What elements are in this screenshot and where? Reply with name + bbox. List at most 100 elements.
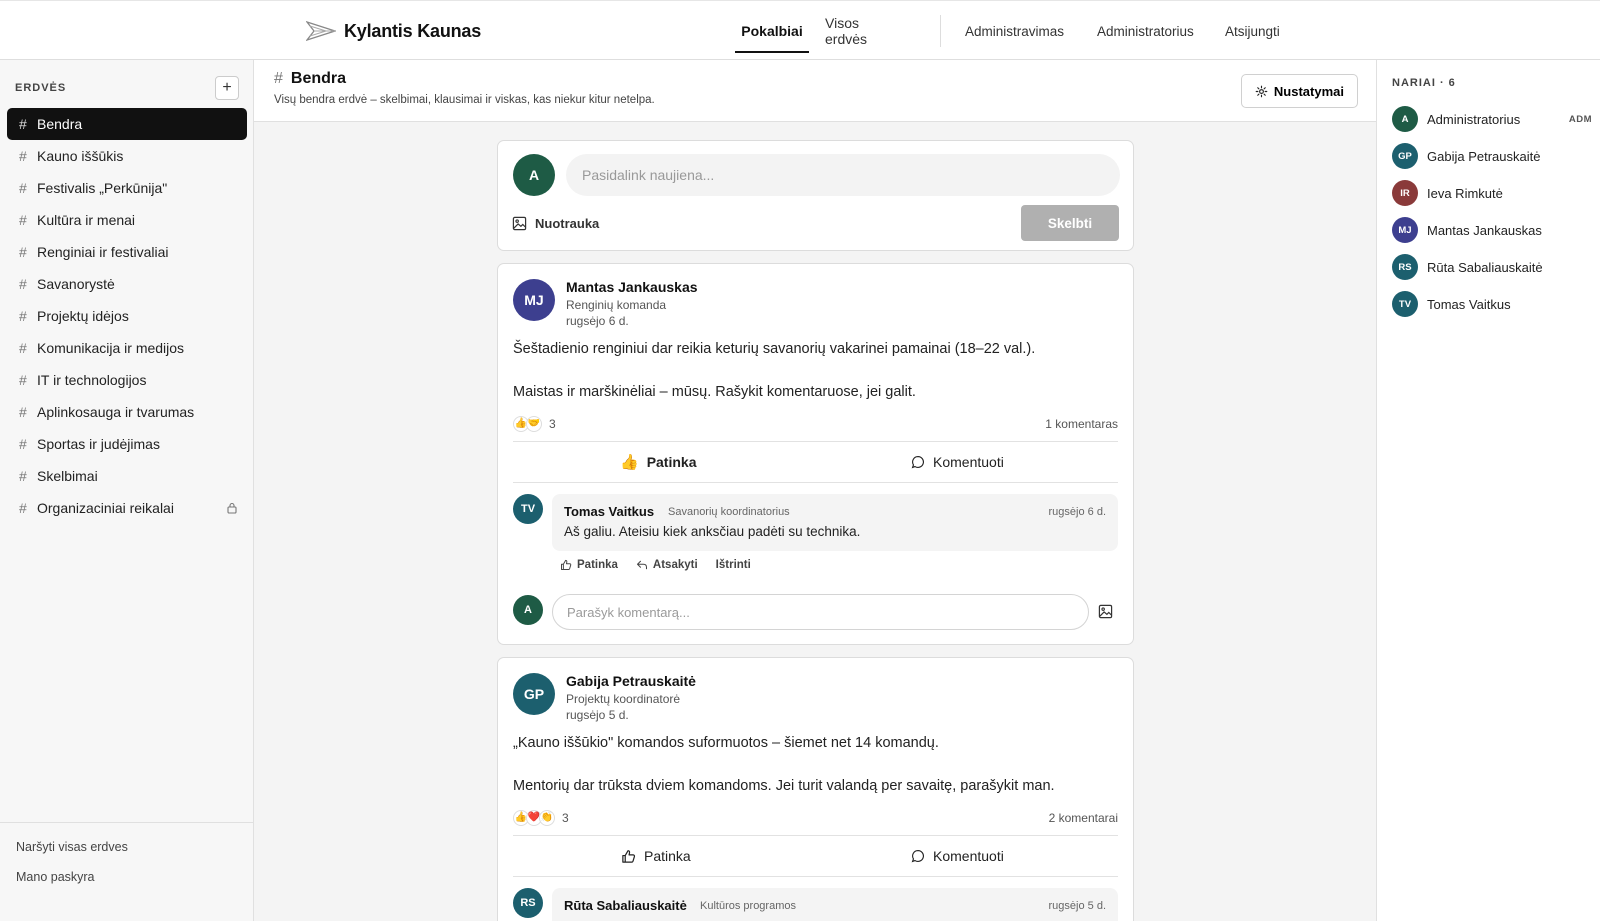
- post-author[interactable]: Mantas Jankauskas: [566, 279, 698, 295]
- post-composer: A Nuotrauka Skelbti: [497, 140, 1134, 251]
- admin-badge: ADM: [1568, 113, 1592, 125]
- comment-label: Komentuoti: [933, 454, 1004, 470]
- post-actions: Patinka Komentuoti: [513, 835, 1118, 877]
- lock-icon: [227, 502, 237, 514]
- sidebar-item-sportas-ir-judejimas[interactable]: # Sportas ir judėjimas: [7, 428, 247, 460]
- member-name: Mantas Jankauskas: [1427, 222, 1542, 238]
- spaces-sidebar: ERDVĖS + # Bendra # Kauno iššūkis # Festiva…: [0, 60, 254, 921]
- hash-icon: #: [19, 404, 27, 420]
- comment-button[interactable]: Komentuoti: [911, 442, 1004, 482]
- add-photo-button[interactable]: Nuotrauka: [512, 211, 599, 235]
- comment-count[interactable]: 1 komentaras: [1045, 417, 1118, 431]
- browse-spaces-link[interactable]: Naršyti visas erdves: [16, 840, 128, 854]
- member-item[interactable]: TV Tomas Vaitkus: [1392, 290, 1592, 318]
- comment: Rūta Sabaliauskaitė Kultūros programos r…: [552, 888, 1118, 921]
- hash-icon: #: [274, 70, 283, 87]
- sidebar-item-bendra[interactable]: # Bendra: [7, 108, 247, 140]
- like-button[interactable]: 👍 Patinka: [620, 442, 697, 482]
- channel-name: Bendra: [290, 70, 347, 87]
- channel-title: # Bendra: [274, 70, 346, 88]
- reaction-summary[interactable]: 👍 🤝 3: [513, 415, 556, 433]
- channel-main: # Bendra Visų bendra erdvė – skelbimai, …: [254, 60, 1376, 921]
- sidebar-footer: Naršyti visas erdves Mano paskyra: [0, 822, 253, 921]
- post-paragraph: „Kauno iššūkio" komandos suformuotos – š…: [513, 735, 939, 751]
- comment-author[interactable]: Rūta Sabaliauskaitė: [564, 898, 687, 913]
- handshake-icon: 🤝: [526, 416, 542, 432]
- members-title: NARIAI · 6: [1392, 77, 1456, 89]
- hash-icon: #: [19, 468, 27, 484]
- post-date: rugsėjo 6 d.: [566, 314, 629, 328]
- channel-label: Festivalis „Perkūnija": [37, 180, 168, 196]
- channel-label: IT ir technologijos: [37, 372, 147, 388]
- sidebar-item-renginiai-ir-festivaliai[interactable]: # Renginiai ir festivaliai: [7, 236, 247, 268]
- sidebar-item-kauno-issukis[interactable]: # Kauno iššūkis: [7, 140, 247, 172]
- comment-count[interactable]: 2 komentarai: [1049, 811, 1118, 825]
- sidebar-item-savanoryste[interactable]: # Savanorystė: [7, 268, 247, 300]
- sidebar-item-aplinkosauga-ir-tvarumas[interactable]: # Aplinkosauga ir tvarumas: [7, 396, 247, 428]
- add-space-button[interactable]: +: [215, 76, 239, 100]
- comment-author-role: Savanorių koordinatorius: [668, 506, 790, 518]
- comment-delete-button[interactable]: Ištrinti: [716, 556, 751, 574]
- sidebar-item-it-ir-technologijos[interactable]: # IT ir technologijos: [7, 364, 247, 396]
- member-name: Gabija Petrauskaitė: [1427, 148, 1541, 164]
- member-item[interactable]: MJ Mantas Jankauskas: [1392, 216, 1592, 244]
- sidebar-item-organizaciniai-reikalai[interactable]: # Organizaciniai reikalai: [7, 492, 247, 524]
- member-name: Administratorius: [1427, 111, 1521, 127]
- sidebar-item-festivalis-perkunija[interactable]: # Festivalis „Perkūnija": [7, 172, 247, 204]
- hash-icon: #: [19, 244, 27, 260]
- avatar: TV: [513, 494, 543, 524]
- reply-icon: [636, 560, 647, 570]
- reaction-count: 3: [562, 811, 569, 825]
- clapping-icon: 👏: [539, 810, 555, 826]
- sidebar-item-komunikacija-ir-medijos[interactable]: # Komunikacija ir medijos: [7, 332, 247, 364]
- comment-like-button[interactable]: Patinka: [560, 556, 618, 574]
- post-button[interactable]: Skelbti: [1021, 205, 1119, 241]
- channel-description: Visų bendra erdvė – skelbimai, klausimai…: [274, 94, 655, 106]
- logo-icon: [306, 20, 336, 42]
- sidebar-item-projektu-idejos[interactable]: # Projektų idėjos: [7, 300, 247, 332]
- post-input[interactable]: [566, 154, 1120, 196]
- link-administratorius[interactable]: Administratorius: [1097, 1, 1194, 61]
- link-atsijungti[interactable]: Atsijungti: [1225, 1, 1280, 61]
- speech-bubble-icon: [911, 850, 924, 863]
- avatar: A: [513, 595, 543, 625]
- member-item[interactable]: GP Gabija Petrauskaitė: [1392, 142, 1592, 170]
- sidebar-title: ERDVĖS: [15, 82, 67, 94]
- sidebar-header: ERDVĖS +: [15, 76, 239, 100]
- avatar: RS: [513, 888, 543, 918]
- avatar: MJ: [513, 279, 555, 321]
- reaction-summary[interactable]: 👍 ❤️ 👏 3: [513, 809, 569, 827]
- channel-label: Renginiai ir festivaliai: [37, 244, 169, 260]
- comment-button[interactable]: Komentuoti: [911, 836, 1004, 876]
- member-name: Tomas Vaitkus: [1427, 296, 1511, 312]
- comment-date: rugsėjo 5 d.: [1048, 900, 1106, 912]
- hash-icon: #: [19, 180, 27, 196]
- hash-icon: #: [19, 212, 27, 228]
- settings-button[interactable]: Nustatymai: [1240, 74, 1358, 108]
- member-item[interactable]: IR Ieva Rimkutė: [1392, 179, 1592, 207]
- thumbs-up-icon: 👍: [620, 454, 639, 471]
- brand-name: Kylantis Kaunas: [344, 20, 482, 41]
- sidebar-item-skelbimai[interactable]: # Skelbimai: [7, 460, 247, 492]
- like-button[interactable]: Patinka: [621, 836, 691, 876]
- hash-icon: #: [19, 500, 27, 516]
- comment-author[interactable]: Tomas Vaitkus: [564, 504, 654, 519]
- sidebar-item-kultura-ir-menai[interactable]: # Kultūra ir menai: [7, 204, 247, 236]
- thumbs-up-icon: [561, 559, 572, 570]
- avatar: TV: [1392, 291, 1418, 317]
- comment-date: rugsėjo 6 d.: [1048, 506, 1106, 518]
- image-icon[interactable]: [1098, 604, 1113, 619]
- post-author[interactable]: Gabija Petrauskaitė: [566, 673, 696, 689]
- member-name: Ieva Rimkutė: [1427, 185, 1503, 201]
- link-administravimas[interactable]: Administravimas: [965, 1, 1064, 61]
- channel-label: Komunikacija ir medijos: [37, 340, 185, 356]
- comment-reply-button[interactable]: Atsakyti: [636, 556, 698, 574]
- member-item[interactable]: A Administratorius ADM: [1392, 105, 1592, 133]
- tab-visos-erdves[interactable]: Visos erdvės: [825, 1, 867, 61]
- member-item[interactable]: RS Rūta Sabaliauskaitė: [1392, 253, 1592, 281]
- tab-pokalbiai[interactable]: Pokalbiai: [735, 1, 809, 61]
- comment-input[interactable]: [552, 594, 1089, 630]
- my-account-link[interactable]: Mano paskyra: [16, 870, 95, 884]
- top-bar: Kylantis Kaunas Pokalbiai Visos erdvės A…: [0, 0, 1600, 60]
- brand[interactable]: Kylantis Kaunas: [306, 17, 481, 45]
